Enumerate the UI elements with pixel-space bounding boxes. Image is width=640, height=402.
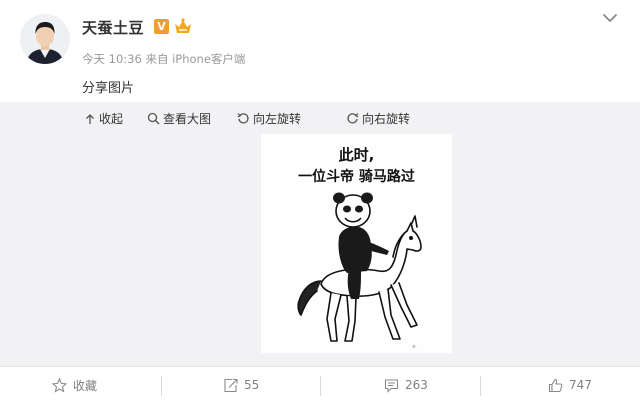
like-count: 747 xyxy=(569,378,592,392)
like-button[interactable]: 747 xyxy=(548,367,592,402)
media-area: 收起 查看大图 向左旋转 向右旋转 此时, 一位斗帝 骑马路过 ✦ xyxy=(0,102,640,366)
divider xyxy=(480,376,481,396)
username[interactable]: 天蚕土豆 xyxy=(82,17,144,38)
avatar[interactable] xyxy=(20,14,70,64)
rotate-left-icon xyxy=(237,113,249,124)
comment-button[interactable]: 263 xyxy=(384,367,428,402)
favorite-button[interactable]: 收藏 xyxy=(52,367,97,402)
arrow-up-icon xyxy=(86,113,94,124)
rotate-right-button[interactable]: 向右旋转 xyxy=(346,110,410,127)
post-text: 分享图片 xyxy=(82,81,135,96)
search-icon xyxy=(147,112,160,125)
divider xyxy=(320,376,321,396)
view-large-button[interactable]: 查看大图 xyxy=(147,110,211,127)
image-caption-line1: 此时, xyxy=(338,146,375,164)
repost-button[interactable]: 55 xyxy=(223,367,259,402)
rotate-left-button[interactable]: 向左旋转 xyxy=(237,110,301,127)
image-toolbar: 收起 查看大图 向左旋转 向右旋转 xyxy=(0,102,640,136)
thumbs-up-icon xyxy=(548,378,563,392)
view-large-label: 查看大图 xyxy=(163,112,212,126)
repost-icon xyxy=(224,378,238,392)
repost-count: 55 xyxy=(244,378,260,392)
svg-text:✦: ✦ xyxy=(411,343,417,351)
collapse-button[interactable]: 收起 xyxy=(84,110,123,127)
member-crown-icon xyxy=(173,18,193,35)
rotate-right-label: 向右旋转 xyxy=(362,112,411,126)
post-image[interactable]: 此时, 一位斗帝 骑马路过 ✦ xyxy=(261,134,452,353)
verified-badge-icon: V xyxy=(154,19,169,34)
collapse-label: 收起 xyxy=(99,112,124,126)
divider xyxy=(161,376,162,396)
favorite-label: 收藏 xyxy=(73,378,98,393)
post-meta: 今天 10:36 来自 iPhone客户端 xyxy=(82,52,246,66)
post-header: 天蚕土豆 V 今天 10:36 来自 iPhone客户端 分享图片 xyxy=(0,0,640,102)
comment-count: 263 xyxy=(405,378,428,392)
avatar-portrait xyxy=(20,14,70,64)
action-bar: 收藏 55 263 747 xyxy=(0,366,640,402)
panda-riding-horse-illustration: ✦ xyxy=(297,192,422,351)
rotate-right-icon xyxy=(347,113,359,124)
star-icon xyxy=(52,377,67,393)
chevron-down-icon[interactable] xyxy=(598,8,622,28)
image-caption-line2: 一位斗帝 骑马路过 xyxy=(298,169,415,185)
comment-icon xyxy=(384,378,399,393)
rotate-left-label: 向左旋转 xyxy=(253,112,302,126)
